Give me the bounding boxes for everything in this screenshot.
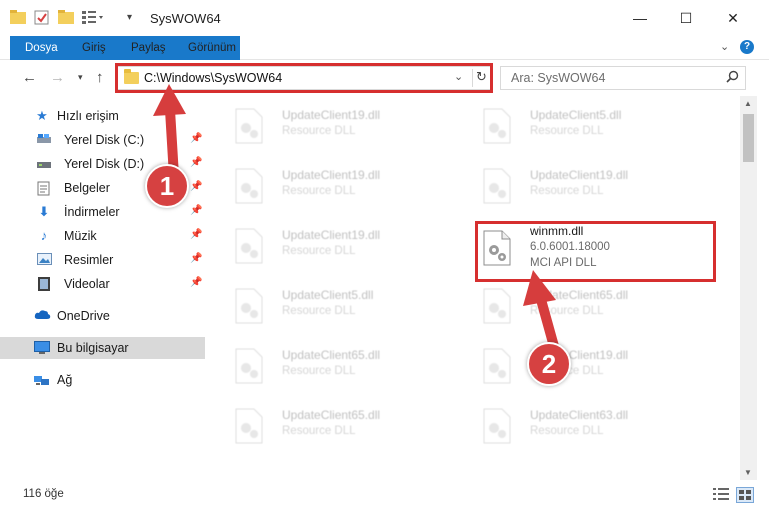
back-icon[interactable]: ← [22,69,37,86]
vertical-scrollbar[interactable]: ▲ ▼ [740,96,757,480]
dll-file-icon [234,228,264,264]
dll-file-icon [234,288,264,324]
view-options-icon[interactable] [82,10,104,27]
step-badge-1: 1 [145,164,189,208]
file-item[interactable]: UpdateClient65.dll Resource DLL [468,278,698,330]
drive-icon [36,133,52,147]
music-icon: ♪ [40,228,48,243]
dll-file-icon [234,108,264,144]
file-item[interactable]: UpdateClient19.dll Resource DLL [220,158,450,210]
scroll-up-icon[interactable]: ▲ [744,99,752,108]
dll-file-icon [482,348,512,384]
network-icon [34,373,50,387]
pin-icon[interactable]: 📌 [190,277,202,288]
file-item[interactable]: UpdateClient19.dll Resource DLL [468,338,698,390]
file-item[interactable]: UpdateClient19.dll Resource DLL [468,158,698,210]
sidebar-item-onedrive[interactable]: OneDrive [0,305,205,327]
file-item[interactable]: UpdateClient65.dll Resource DLL [220,398,450,450]
dll-file-icon [482,168,512,204]
documents-icon [36,181,52,196]
videos-icon [36,277,52,291]
search-icon[interactable] [726,70,739,86]
dll-file-icon [482,108,512,144]
pin-icon[interactable]: 📌 [190,205,202,216]
address-highlight-box [115,63,493,93]
file-item[interactable]: UpdateClient19.dll Resource DLL [220,98,450,150]
large-icons-view-icon[interactable] [736,487,754,503]
pin-icon[interactable]: 📌 [190,133,202,144]
sidebar-item-network[interactable]: Ağ [0,369,205,391]
file-item[interactable]: UpdateClient63.dll Resource DLL [468,398,698,450]
tab-home[interactable]: Giriş [70,36,118,60]
pin-icon[interactable]: 📌 [190,157,202,168]
file-highlight-box [475,221,716,282]
new-folder-icon[interactable] [58,10,74,27]
status-bar: 116 öğe [0,480,769,524]
pin-icon[interactable]: 📌 [190,181,202,192]
file-list: UpdateClient19.dll Resource DLL UpdateCl… [215,96,740,480]
file-item[interactable]: UpdateClient65.dll Resource DLL [220,338,450,390]
sidebar-item-pictures[interactable]: Resimler 📌 [0,249,205,271]
sidebar-item-videos[interactable]: Videolar 📌 [0,273,205,295]
file-item[interactable]: UpdateClient5.dll Resource DLL [220,278,450,330]
sidebar-item-music[interactable]: ♪ Müzik 📌 [0,225,205,247]
scroll-thumb[interactable] [743,114,754,162]
file-item[interactable]: UpdateClient5.dll Resource DLL [468,98,698,150]
navigation-pane: ★ Hızlı erişim Yerel Disk (C:) 📌 Yerel D… [0,96,207,480]
pictures-icon [36,253,52,267]
up-icon[interactable]: ↑ [96,69,104,86]
forward-icon[interactable]: → [50,69,65,86]
file-item[interactable]: UpdateClient19.dll Resource DLL [220,218,450,270]
sidebar-item-this-pc[interactable]: Bu bilgisayar [0,337,205,359]
pin-icon[interactable]: 📌 [190,229,202,240]
dll-file-icon [482,288,512,324]
pin-icon[interactable]: 📌 [190,253,202,264]
cloud-icon [34,309,51,323]
folder-icon [10,10,26,27]
window-title: SysWOW64 [150,11,221,26]
dll-file-icon [234,168,264,204]
sidebar-item-quick-access[interactable]: ★ Hızlı erişim [0,105,205,127]
sidebar-item-local-disk-c[interactable]: Yerel Disk (C:) 📌 [0,129,205,151]
properties-icon[interactable] [34,10,50,28]
close-button[interactable]: ✕ [710,0,756,36]
search-input[interactable]: Ara: SysWOW64 [500,66,746,90]
search-placeholder: Ara: SysWOW64 [511,71,606,85]
scroll-down-icon[interactable]: ▼ [744,468,752,477]
tab-share[interactable]: Paylaş [119,36,178,60]
ribbon-tabs: Dosya Giriş Paylaş Görünüm ⌄ ? [0,36,769,88]
tab-view[interactable]: Görünüm [176,36,248,60]
maximize-button[interactable]: ☐ [663,0,709,36]
dll-file-icon [234,408,264,444]
minimize-button[interactable]: — [617,0,663,36]
item-count: 116 öğe [23,488,64,500]
recent-locations-icon[interactable]: ▾ [78,72,83,83]
customize-toolbar-icon[interactable]: ▾ [127,12,132,23]
expand-ribbon-icon[interactable]: ⌄ [720,40,729,53]
step-badge-2: 2 [527,342,571,386]
details-view-icon[interactable] [712,487,730,503]
download-icon: ⬇ [38,204,50,219]
title-bar: ▾ SysWOW64 — ☐ ✕ [0,0,769,36]
help-icon[interactable]: ? [740,40,754,54]
star-icon: ★ [36,108,48,123]
computer-icon [34,341,50,355]
dll-file-icon [482,408,512,444]
dll-file-icon [234,348,264,384]
drive-icon [36,157,52,171]
